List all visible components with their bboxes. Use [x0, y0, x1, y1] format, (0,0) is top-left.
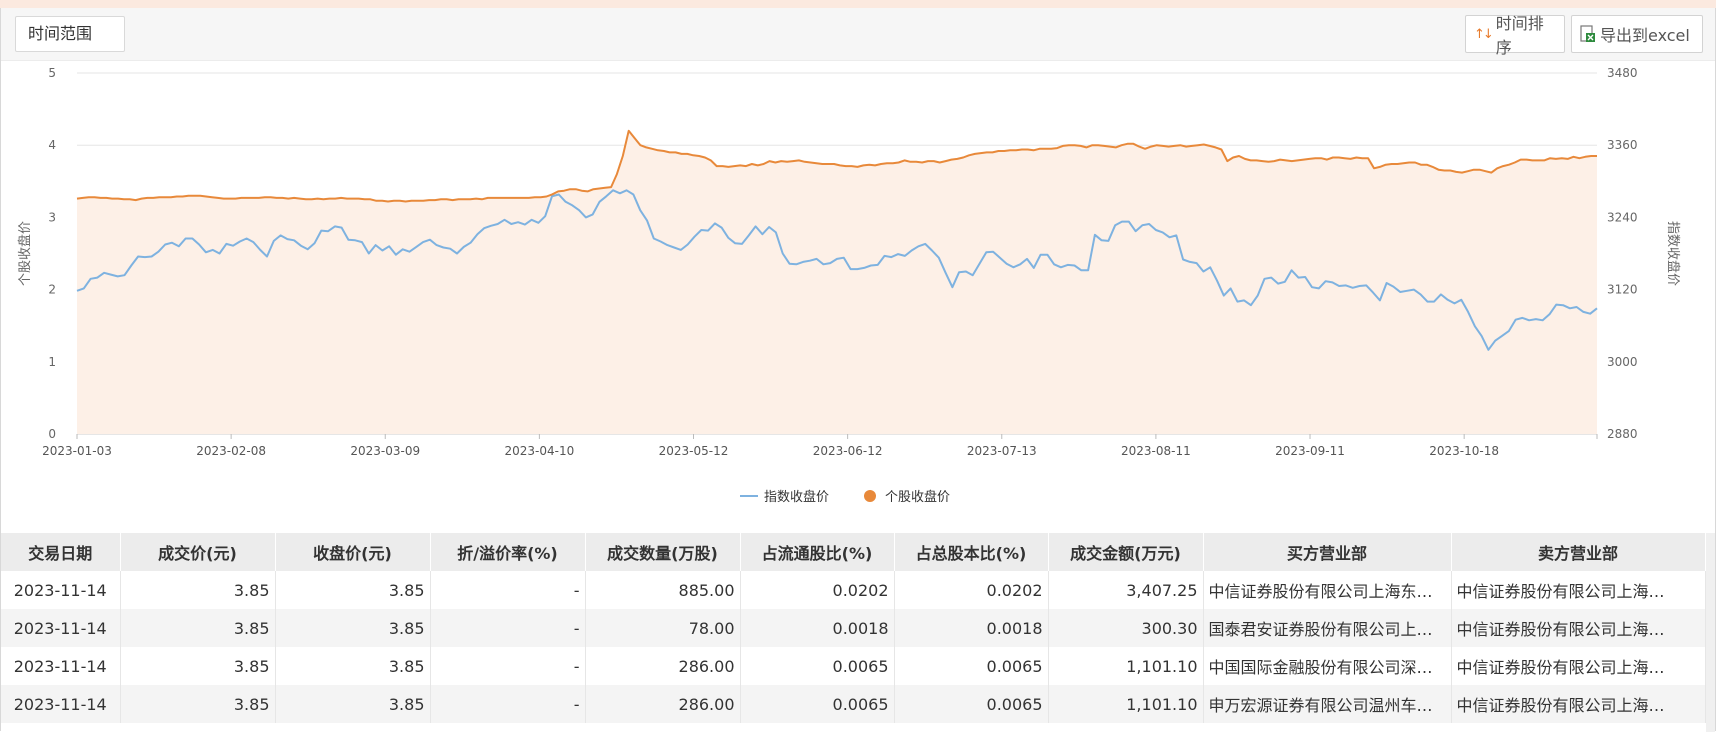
cell-deal-price: 3.85 [120, 685, 276, 723]
cell-premium-rate: - [430, 609, 586, 647]
cell-buyer[interactable]: 申万宏源证券有限公司温州车… [1203, 685, 1452, 723]
col-header-deal-price[interactable]: 成交价(元) [120, 533, 276, 571]
right-tick-label: 3000 [1607, 355, 1638, 369]
cell-total-ratio: 0.0018 [894, 609, 1049, 647]
cell-buyer[interactable]: 国泰君安证券股份有限公司上… [1203, 609, 1452, 647]
cell-amount: 300.30 [1048, 609, 1204, 647]
cell-premium-rate: - [430, 647, 586, 685]
x-tick-label: 2023-08-11 [1121, 444, 1191, 458]
col-header-volume[interactable]: 成交数量(万股) [585, 533, 741, 571]
col-header-buyer[interactable]: 买方营业部 [1203, 533, 1452, 571]
cell-seller[interactable]: 中信证券股份有限公司上海… [1451, 647, 1706, 685]
cell-volume: 286.00 [585, 685, 741, 723]
top-accent-bar [0, 0, 1716, 8]
price-chart-svg: 012345288030003120324033603480个股收盘价 指数收盘价… [17, 66, 1681, 505]
toolbar: 时间范围 ↑↓ 时间排序 导出到excel [1, 8, 1715, 61]
cell-close-price: 3.85 [275, 571, 431, 609]
left-tick-label: 3 [48, 210, 56, 224]
time-sort-label: 时间排序 [1495, 14, 1544, 57]
cell-date: 2023-11-14 [1, 685, 121, 723]
cell-total-ratio: 0.0065 [894, 647, 1049, 685]
cell-float-ratio: 0.0018 [740, 609, 895, 647]
right-tick-label: 3240 [1607, 210, 1638, 224]
table-row[interactable]: 2023-11-14 3.85 3.85 - 286.00 0.0065 0.0… [1, 647, 1706, 685]
x-tick-label: 2023-03-09 [350, 444, 420, 458]
col-header-total-ratio[interactable]: 占总股本比(%) [894, 533, 1049, 571]
right-tick-label: 3360 [1607, 138, 1638, 152]
col-header-seller[interactable]: 卖方营业部 [1451, 533, 1706, 571]
cell-date: 2023-11-14 [1, 609, 121, 647]
cell-close-price: 3.85 [275, 685, 431, 723]
col-header-close-price[interactable]: 收盘价(元) [275, 533, 431, 571]
col-header-float-ratio[interactable]: 占流通股比(%) [740, 533, 895, 571]
legend-index-label: 指数收盘价 [764, 489, 829, 505]
cell-close-price: 3.85 [275, 609, 431, 647]
cell-volume: 885.00 [585, 571, 741, 609]
cell-date: 2023-11-14 [1, 571, 121, 609]
right-tick-label: 3120 [1607, 283, 1638, 297]
left-axis-label: 个股收盘价 [17, 221, 33, 286]
table-scrollbar[interactable] [1706, 533, 1715, 732]
x-tick-label: 2023-10-18 [1429, 444, 1499, 458]
export-excel-button[interactable]: 导出到excel [1571, 15, 1703, 53]
table-row[interactable]: 2023-11-14 3.85 3.85 - 286.00 0.0065 0.0… [1, 685, 1706, 723]
cell-seller[interactable]: 中信证券股份有限公司上海… [1451, 685, 1706, 723]
x-tick-label: 2023-04-10 [505, 444, 575, 458]
right-tick-label: 3480 [1607, 66, 1638, 80]
cell-seller[interactable]: 中信证券股份有限公司上海… [1451, 609, 1706, 647]
cell-total-ratio: 0.0202 [894, 571, 1049, 609]
x-tick-label: 2023-01-03 [42, 444, 112, 458]
cell-deal-price: 3.85 [120, 571, 276, 609]
cell-float-ratio: 0.0202 [740, 571, 895, 609]
table-row[interactable]: 2023-11-14 3.85 3.85 - 78.00 0.0018 0.00… [1, 609, 1706, 647]
x-tick-label: 2023-05-12 [659, 444, 729, 458]
excel-icon [1580, 25, 1596, 43]
right-tick-label: 2880 [1607, 427, 1638, 441]
cell-amount: 3,407.25 [1048, 571, 1204, 609]
cell-seller[interactable]: 中信证券股份有限公司上海… [1451, 571, 1706, 609]
cell-volume: 286.00 [585, 647, 741, 685]
x-tick-label: 2023-07-13 [967, 444, 1037, 458]
cell-deal-price: 3.85 [120, 647, 276, 685]
sort-arrows-icon: ↑↓ [1474, 26, 1494, 42]
left-tick-label: 1 [48, 355, 56, 369]
right-axis-label: 指数收盘价 [1665, 221, 1681, 286]
x-tick-label: 2023-06-12 [813, 444, 883, 458]
cell-date: 2023-11-14 [1, 647, 121, 685]
cell-buyer[interactable]: 中信证券股份有限公司上海东… [1203, 571, 1452, 609]
cell-float-ratio: 0.0065 [740, 647, 895, 685]
x-tick-label: 2023-09-11 [1275, 444, 1345, 458]
export-excel-label: 导出到excel [1600, 26, 1690, 45]
legend-stock-label: 个股收盘价 [885, 489, 950, 505]
left-tick-label: 4 [48, 138, 56, 152]
cell-close-price: 3.85 [275, 647, 431, 685]
cell-float-ratio: 0.0065 [740, 685, 895, 723]
block-trade-table: 交易日期 成交价(元) 收盘价(元) 折/溢价率(%) 成交数量(万股) 占流通… [1, 533, 1706, 723]
price-chart: 0 1 2 3 4 5 2880 3000 3120 3240 3360 3480 个股收盘价 指数收盘价… [1, 60, 1715, 530]
cell-total-ratio: 0.0065 [894, 685, 1049, 723]
left-tick-label: 2 [48, 283, 56, 297]
cell-amount: 1,101.10 [1048, 647, 1204, 685]
col-header-premium-rate[interactable]: 折/溢价率(%) [430, 533, 586, 571]
stock-area-fill [77, 130, 1597, 435]
cell-deal-price: 3.85 [120, 609, 276, 647]
col-header-date[interactable]: 交易日期 [1, 533, 121, 571]
left-tick-label: 0 [48, 427, 56, 441]
cell-volume: 78.00 [585, 609, 741, 647]
left-tick-label: 5 [48, 66, 56, 80]
time-sort-button[interactable]: ↑↓ 时间排序 [1465, 14, 1565, 57]
col-header-amount[interactable]: 成交金额(万元) [1048, 533, 1204, 571]
time-range-button[interactable]: 时间范围 [15, 16, 125, 52]
legend-stock-swatch [864, 490, 876, 502]
cell-premium-rate: - [430, 571, 586, 609]
table-row[interactable]: 2023-11-14 3.85 3.85 - 885.00 0.0202 0.0… [1, 571, 1706, 609]
x-tick-label: 2023-02-08 [196, 444, 266, 458]
cell-amount: 1,101.10 [1048, 685, 1204, 723]
cell-premium-rate: - [430, 685, 586, 723]
table-header-row: 交易日期 成交价(元) 收盘价(元) 折/溢价率(%) 成交数量(万股) 占流通… [1, 533, 1706, 571]
cell-buyer[interactable]: 中国国际金融股份有限公司深… [1203, 647, 1452, 685]
